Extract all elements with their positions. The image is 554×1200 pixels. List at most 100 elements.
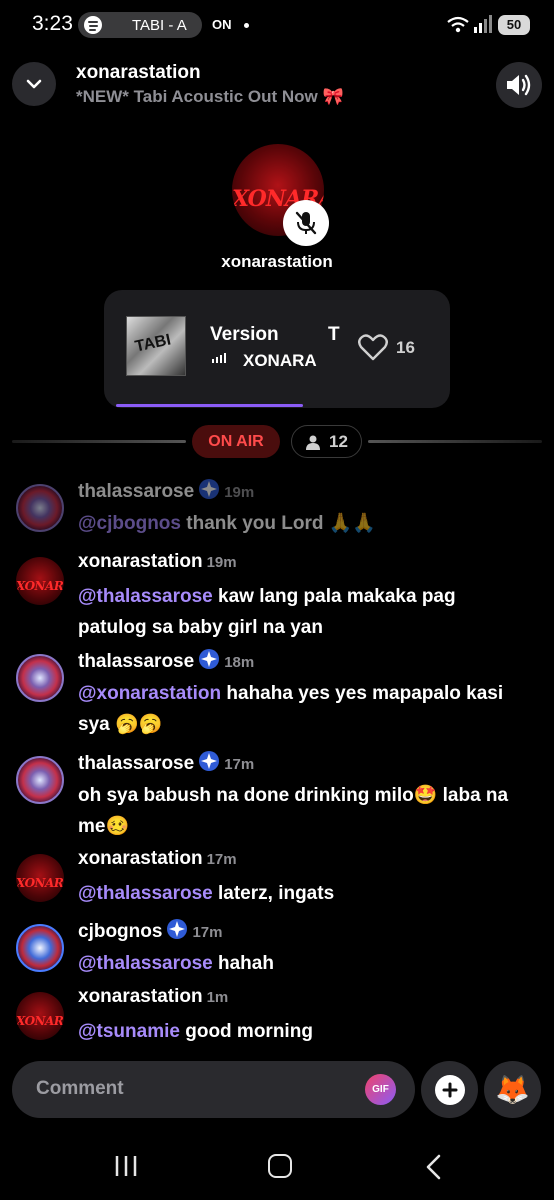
comment-time: 17m [206,851,237,868]
comment-username[interactable]: xonarastation 1m [78,986,228,1008]
plus-icon [434,1074,465,1105]
signal-icon [474,15,492,33]
system-nav-bar [0,1130,554,1200]
user-avatar[interactable]: XONARA [16,557,64,605]
username-text: thalassarose [78,753,195,774]
username-text: cjbognos [78,921,163,942]
username-text: xonarastation [78,551,203,572]
comment-placeholder: Comment [36,1078,124,1099]
status-bar: 3:23 TABI - A ON 50 [0,0,554,50]
username-text: thalassarose [78,651,195,672]
username-text: thalassarose [78,481,195,502]
on-air-badge: ON AIR [192,425,280,458]
person-icon [306,435,321,450]
media-pill-text: TABI - A [132,17,187,34]
username-text: xonarastation [78,986,203,1007]
now-playing-card[interactable]: TABI Version T XONARA 16 [104,290,450,408]
mention-link[interactable]: @cjbognos [78,513,181,534]
listener-count-button[interactable]: 12 [291,425,362,458]
recents-icon[interactable] [114,1154,138,1178]
username-text: xonarastation [78,848,203,869]
like-count: 16 [396,338,415,357]
comment-time: 17m [192,924,223,941]
host-name: xonarastation [221,252,333,271]
comment-text: @thalassarose laterz, ingats [78,878,518,909]
xonara-logo: XONARA [16,1014,64,1028]
mention-link[interactable]: @thalassarose [78,953,213,974]
comment-body: thank you Lord 🙏🙏 [180,513,377,534]
on-indicator: ON [212,17,232,32]
equalizer-icon [212,353,226,363]
station-subtitle: *NEW* Tabi Acoustic Out Now 🎀 [76,87,344,106]
comment-time: 17m [224,756,255,773]
user-avatar[interactable] [16,756,64,804]
comment-text: @cjbognos thank you Lord 🙏🙏 [78,508,518,539]
xonara-logo: XONARA [16,579,64,593]
user-avatar[interactable] [16,654,64,702]
album-art: TABI [126,316,186,376]
mention-link[interactable]: @xonarastation [78,683,221,704]
station-name: xonarastation [76,62,201,83]
track-progress-bar [116,404,303,407]
comment-time: 18m [224,654,255,671]
album-art-text: TABI [133,331,173,356]
clock: 3:23 [32,12,73,35]
gif-button[interactable]: GIF [365,1074,396,1105]
comment-text: @tsunamie good morning [78,1016,518,1047]
chevron-down-icon [26,79,42,89]
mute-badge [283,200,329,246]
heart-outline-icon[interactable] [358,333,388,361]
volume-button[interactable] [496,62,542,108]
comment-username[interactable]: thalassarose 19m [78,478,254,503]
comment-text: @xonarastation hahaha yes yes mapapalo k… [78,678,518,740]
fox-emoji-icon: 🦊 [495,1074,530,1105]
back-icon[interactable] [424,1154,444,1180]
track-title-overflow: T [328,324,340,345]
track-artist: XONARA [243,351,317,370]
comment-time: 19m [206,554,237,571]
user-avatar[interactable] [16,484,64,532]
speaker-icon [507,74,531,96]
comment-time: 19m [224,484,255,501]
wifi-icon [447,16,469,33]
comment-text: @thalassarose kaw lang pala makaka pag p… [78,581,518,643]
comment-input[interactable]: Comment GIF [12,1061,415,1118]
comment-username[interactable]: xonarastation 17m [78,848,237,870]
verified-badge-icon [167,919,188,939]
mention-link[interactable]: @tsunamie [78,1021,180,1042]
comment-text: @thalassarose hahah [78,948,518,979]
comment-feed[interactable]: thalassarose 19m @cjbognos thank you Lord … [0,478,554,1048]
comment-body: oh sya babush na done drinking milo🤩 lab… [78,785,509,837]
mention-link[interactable]: @thalassarose [78,883,213,904]
verified-badge-icon [199,479,220,499]
add-button[interactable] [421,1061,478,1118]
comment-username[interactable]: xonarastation 19m [78,551,237,573]
comment-body: good morning [179,1021,313,1042]
emoji-button[interactable]: 🦊 [484,1061,541,1118]
user-avatar[interactable]: XONARA [16,992,64,1040]
verified-badge-icon [199,751,220,771]
verified-badge-icon [199,649,220,669]
listener-count: 12 [329,431,348,451]
comment-username[interactable]: thalassarose 18m [78,648,254,673]
user-avatar[interactable]: XONARA [16,854,64,902]
comment-username[interactable]: cjbognos 17m [78,918,222,943]
battery-indicator: 50 [498,15,530,35]
divider-left [12,440,186,443]
notification-dot [244,23,249,28]
comment-text: oh sya babush na done drinking milo🤩 lab… [78,780,518,842]
user-avatar[interactable] [16,924,64,972]
collapse-button[interactable] [12,62,56,106]
divider-right [368,440,542,443]
media-pill[interactable]: TABI - A [78,12,202,38]
comment-body: hahah [212,953,274,974]
track-title: Version [210,324,279,345]
mention-link[interactable]: @thalassarose [78,586,213,607]
comment-time: 1m [206,989,229,1006]
spotify-icon [84,16,102,34]
comment-body: laterz, ingats [212,883,335,904]
comment-username[interactable]: thalassarose 17m [78,750,254,775]
microphone-muted-icon [295,211,317,235]
xonara-logo: XONARA [16,876,64,890]
home-icon[interactable] [268,1154,292,1178]
